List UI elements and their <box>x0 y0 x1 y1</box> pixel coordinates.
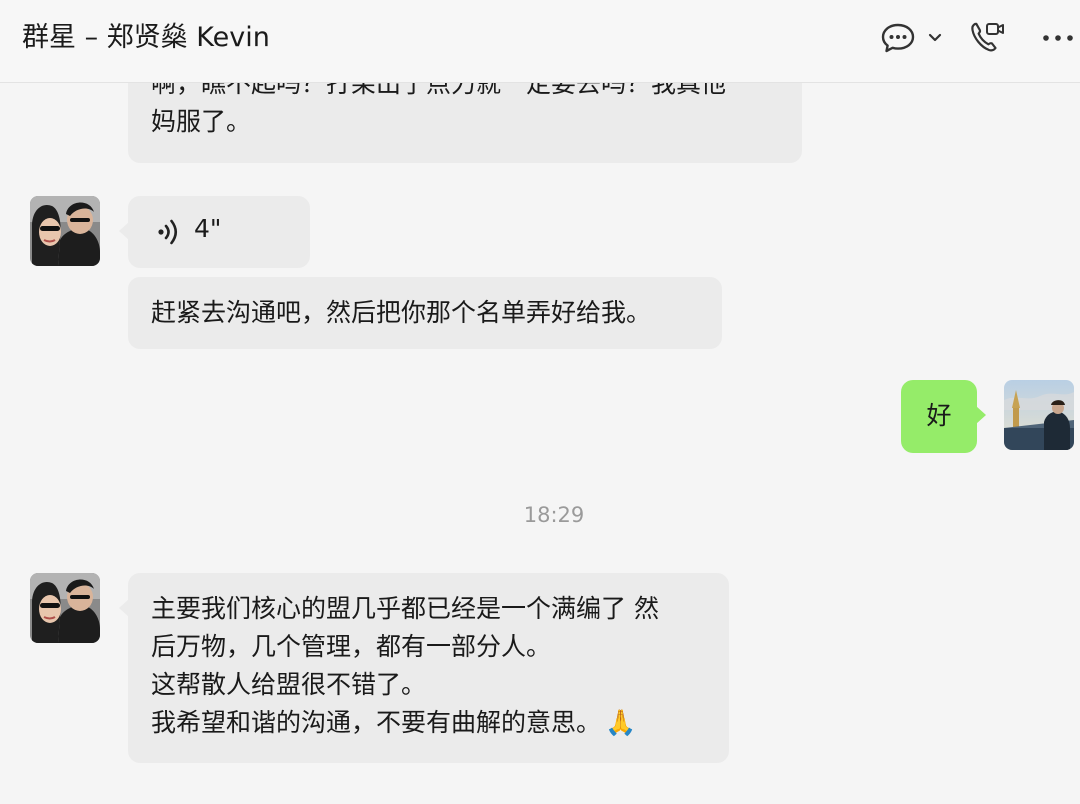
message-bubble-partial[interactable]: 啊，瞧不起吗？打架出了点力就一定要去吗？我真他 妈服了。 <box>128 83 802 163</box>
contact-avatar[interactable] <box>30 196 100 266</box>
my-message-bubble[interactable]: 好 <box>901 380 986 453</box>
message-text: 后万物，几个管理，都有一部分人。 <box>151 632 552 661</box>
chevron-down-icon[interactable] <box>927 31 943 45</box>
message-text: 赶紧去沟通吧，然后把你那个名单弄好给我。 <box>151 298 652 327</box>
message-bubble[interactable]: 赶紧去沟通吧，然后把你那个名单弄好给我。 <box>128 277 722 349</box>
my-avatar[interactable] <box>1004 380 1074 450</box>
message-list[interactable]: 啊，瞧不起吗？打架出了点力就一定要去吗？我真他 妈服了。 4" 赶紧去沟通吧，然… <box>0 83 1080 804</box>
message-text: 啊，瞧不起吗？打架出了点力就一定要去吗？我真他 <box>151 83 727 98</box>
message-timestamp: 18:29 <box>523 503 585 527</box>
message-text: 我希望和谐的沟通，不要有曲解的意思。 🙏 <box>151 704 706 742</box>
chat-header: 群星 – 郑贤燊 Kevin <box>0 0 1080 83</box>
chat-title: 群星 – 郑贤燊 Kevin <box>22 22 270 53</box>
message-text-segment: 我希望和谐的沟通，不要有曲解的意思。 <box>151 708 602 737</box>
message-text: 这帮散人给盟很不错了。 <box>151 670 427 699</box>
voice-duration: 4" <box>194 214 222 243</box>
video-call-icon[interactable] <box>969 20 1007 54</box>
message-text: 妈服了。 <box>151 107 252 136</box>
more-icon[interactable] <box>1040 32 1076 44</box>
message-text: 主要我们核心的盟几乎都已经是一个满编了 然 <box>151 594 659 623</box>
contact-avatar[interactable] <box>30 573 100 643</box>
voice-message-bubble[interactable]: 4" <box>119 196 310 268</box>
voice-wave-icon <box>158 219 178 245</box>
message-text: 好 <box>926 401 952 430</box>
praying-hands-emoji: 🙏 <box>605 708 637 737</box>
message-bubble[interactable]: 主要我们核心的盟几乎都已经是一个满编了 然 后万物，几个管理，都有一部分人。 这… <box>119 573 729 763</box>
chat-bubble-icon[interactable] <box>880 22 916 54</box>
